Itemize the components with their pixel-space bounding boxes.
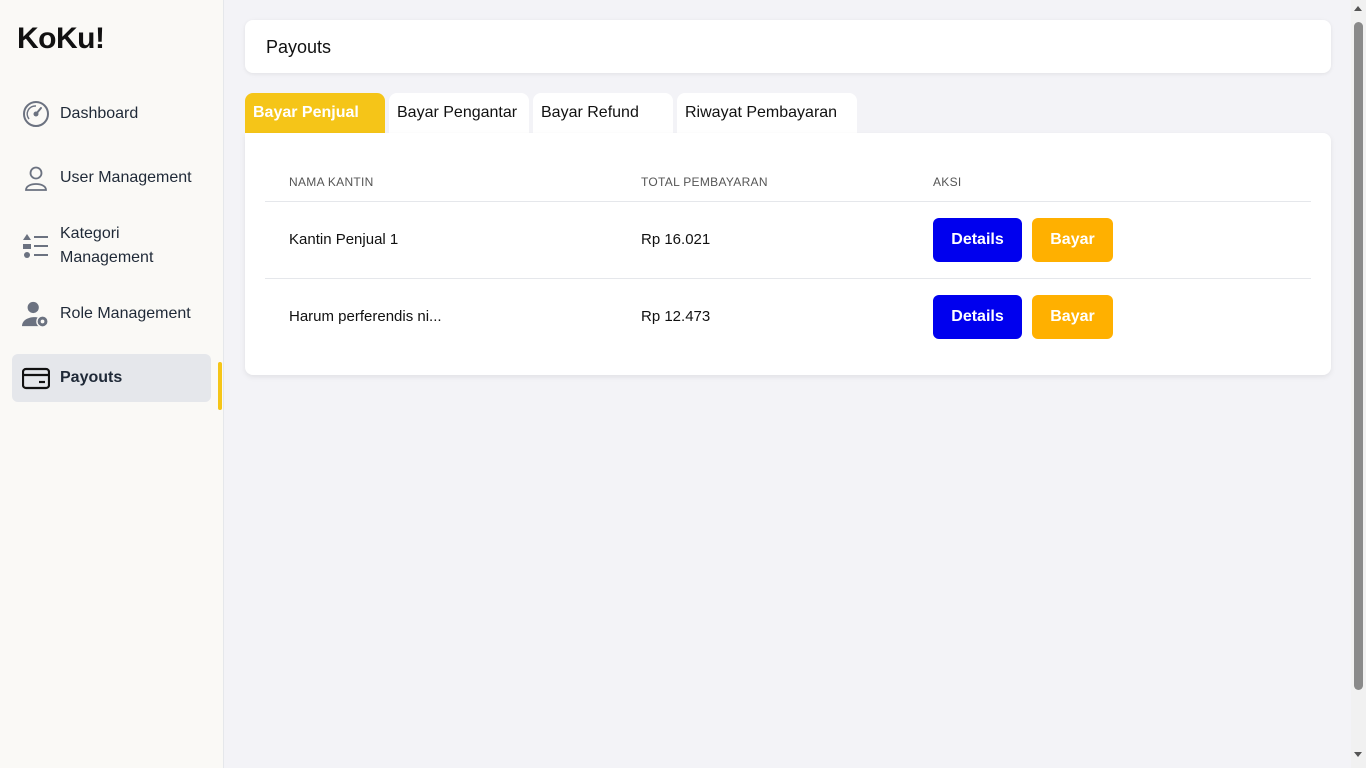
column-header-nama-kantin: NAMA KANTIN xyxy=(289,175,374,189)
brand-logo[interactable]: KoKu! xyxy=(17,22,105,56)
sidebar-item-dashboard[interactable]: Dashboard xyxy=(12,90,211,138)
sidebar-item-label: Payouts xyxy=(60,369,123,386)
sidebar-item-role-management[interactable]: Role Management xyxy=(12,290,211,338)
tab-bayar-refund[interactable]: Bayar Refund xyxy=(533,93,673,133)
tab-bayar-pengantar[interactable]: Bayar Pengantar xyxy=(389,93,529,133)
column-header-aksi: AKSI xyxy=(933,175,962,189)
total-pembayaran: Rp 12.473 xyxy=(641,308,711,325)
sidebar-item-label: Role Management xyxy=(60,305,191,322)
payouts-table-card: NAMA KANTIN TOTAL PEMBAYARAN AKSI Kantin… xyxy=(245,133,1331,375)
active-indicator xyxy=(218,362,222,410)
scroll-thumb[interactable] xyxy=(1354,22,1363,690)
tab-riwayat-pembayaran[interactable]: Riwayat Pembayaran xyxy=(677,93,857,133)
speedometer-icon xyxy=(22,100,50,128)
sidebar-item-payouts[interactable]: Payouts xyxy=(12,354,211,402)
sidebar-item-user-management[interactable]: User Management xyxy=(12,154,211,202)
details-button[interactable]: Details xyxy=(933,295,1022,339)
table-header: NAMA KANTIN TOTAL PEMBAYARAN AKSI xyxy=(265,173,1311,202)
sidebar-item-kategori-management[interactable]: Kategori Management xyxy=(12,218,211,274)
bayar-button[interactable]: Bayar xyxy=(1032,295,1113,339)
sidebar-item-label: Dashboard xyxy=(60,105,139,122)
page-header: Payouts xyxy=(245,20,1331,73)
vertical-scrollbar[interactable] xyxy=(1351,0,1366,768)
kantin-name: Harum perferendis ni... xyxy=(289,308,442,325)
column-header-total-pembayaran: TOTAL PEMBAYARAN xyxy=(641,175,768,189)
sidebar: KoKu! Dashboard User Management Kategori… xyxy=(0,0,224,768)
table-row: Kantin Penjual 1 Rp 16.021 Details Bayar xyxy=(265,202,1311,279)
scroll-down-icon[interactable] xyxy=(1354,752,1362,757)
sidebar-nav: Dashboard User Management Kategori Manag… xyxy=(12,90,211,418)
tab-bayar-penjual[interactable]: Bayar Penjual xyxy=(245,93,385,133)
bayar-button[interactable]: Bayar xyxy=(1032,218,1113,262)
total-pembayaran: Rp 16.021 xyxy=(641,231,711,248)
list-icon xyxy=(22,232,50,260)
kantin-name: Kantin Penjual 1 xyxy=(289,231,399,248)
sidebar-item-label: User Management xyxy=(60,169,192,186)
user-icon xyxy=(22,164,50,192)
page-title: Payouts xyxy=(266,37,332,57)
tab-bar: Bayar Penjual Bayar Pengantar Bayar Refu… xyxy=(245,93,861,133)
details-button[interactable]: Details xyxy=(933,218,1022,262)
credit-card-icon xyxy=(22,364,50,392)
table-row: Harum perferendis ni... Rp 12.473 Detail… xyxy=(265,279,1311,356)
scroll-up-icon[interactable] xyxy=(1354,6,1362,11)
user-cog-icon xyxy=(22,300,50,328)
sidebar-item-label: Kategori Management xyxy=(60,225,154,266)
